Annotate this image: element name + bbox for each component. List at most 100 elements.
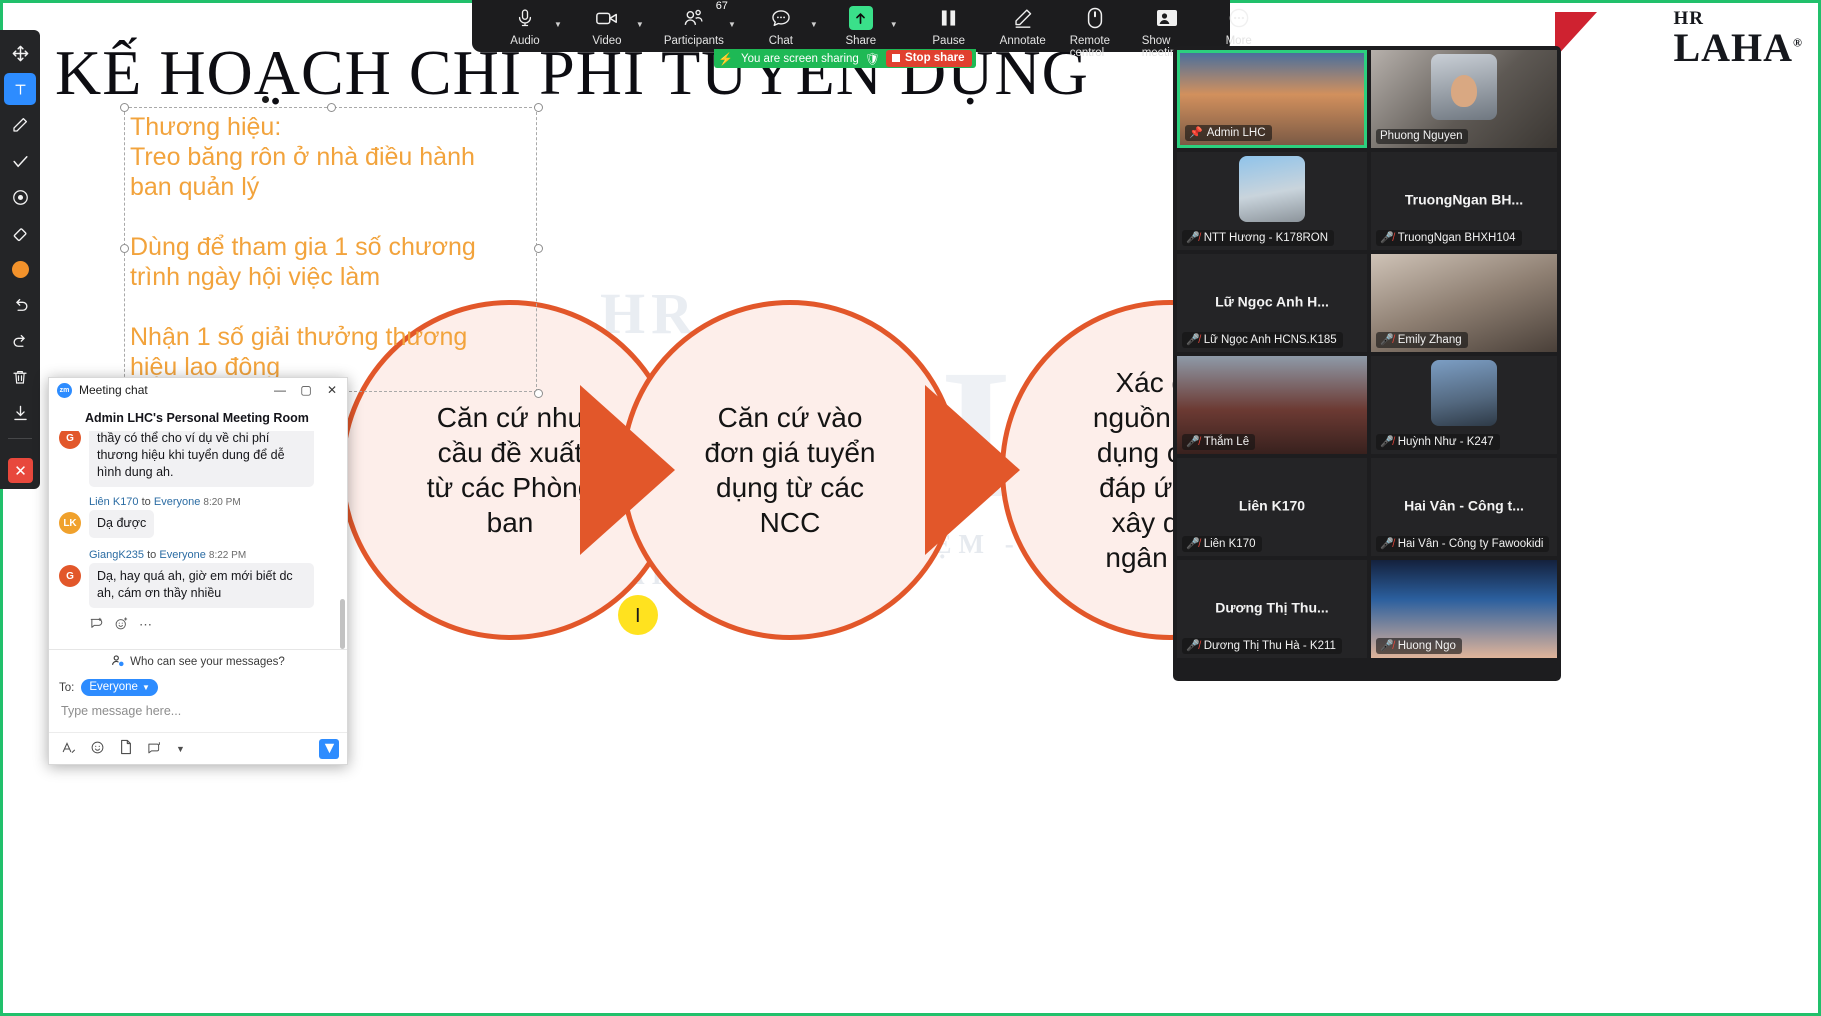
diagram-arrow-2 — [925, 385, 1020, 555]
logo-mark-icon — [1555, 12, 1598, 58]
participant-tile[interactable]: Hai Vân - Công t... 🎤̸ Hai Vân - Công ty… — [1371, 458, 1557, 556]
toolbar-divider — [8, 438, 32, 439]
textbox-rotate-handle[interactable] — [262, 96, 269, 103]
pencil-icon — [1012, 5, 1034, 31]
share-button[interactable]: Share — [836, 2, 886, 47]
avatar: G — [59, 431, 81, 449]
undo-arrow-icon[interactable] — [4, 289, 36, 321]
participants-button[interactable]: Participants 67 — [664, 0, 728, 47]
participant-name: Liên K170 — [1203, 537, 1256, 550]
participant-tile[interactable]: 🎤̸ Thắm Lê — [1177, 356, 1367, 454]
send-button[interactable] — [319, 738, 339, 759]
resize-handle-bottom-right[interactable] — [534, 389, 543, 398]
download-icon[interactable] — [4, 397, 36, 429]
chat-message-meta: Liên K170 to Everyone 8:20 PM — [59, 496, 337, 508]
participant-tile[interactable]: 🎤̸ NTT Hương - K178RON — [1177, 152, 1367, 250]
who-can-see-messages-link[interactable]: Who can see your messages? — [49, 649, 347, 673]
participant-name-overlay: 🎤̸ Lữ Ngọc Anh HCNS.K185 — [1182, 332, 1343, 348]
color-dot-icon[interactable] — [4, 253, 36, 285]
move-arrows-icon[interactable] — [4, 37, 36, 69]
resize-handle-middle-left[interactable] — [120, 244, 129, 253]
zoom-logo-icon: zm — [57, 382, 72, 398]
emoji-icon[interactable] — [90, 740, 105, 758]
audio-chevron-down-icon[interactable]: ▼ — [554, 20, 562, 29]
participant-avatar — [1431, 360, 1497, 427]
more-button[interactable]: More — [1214, 2, 1264, 47]
chat-message-list[interactable]: G thầy có thể cho ví dụ về chi phí thươn… — [49, 431, 347, 649]
shield-security-icon[interactable]: 🛡 — [865, 52, 880, 66]
chat-sender-name[interactable]: Liên K170 — [89, 496, 139, 508]
video-button[interactable]: Video — [582, 2, 632, 47]
format-text-icon[interactable] — [61, 740, 76, 758]
participants-count-badge: 67 — [715, 0, 728, 12]
audio-button[interactable]: Audio — [500, 2, 550, 47]
pin-icon: 📌 — [1189, 127, 1203, 139]
more-icon[interactable]: ⋯ — [139, 617, 152, 633]
pause-button[interactable]: Pause — [924, 2, 974, 47]
eraser-icon[interactable] — [4, 217, 36, 249]
share-chevron-down-icon[interactable]: ▼ — [890, 20, 898, 29]
annotate-button[interactable]: Annotate — [998, 2, 1048, 47]
chat-message-input[interactable]: Type message here... — [49, 698, 347, 732]
minimize-button[interactable]: — — [267, 379, 293, 401]
close-button[interactable]: ✕ — [319, 379, 345, 401]
participant-tile[interactable]: TruongNgan BH... 🎤̸ TruongNgan BHXH104 — [1371, 152, 1557, 250]
participant-center-name: Liên K170 — [1238, 497, 1306, 514]
emoji-icon[interactable] — [114, 616, 129, 634]
stop-share-button[interactable]: Stop share — [886, 50, 973, 67]
participant-name-overlay: 🎤̸ NTT Hương - K178RON — [1182, 230, 1335, 246]
maximize-button[interactable]: ▢ — [293, 379, 319, 401]
check-mark-icon[interactable] — [4, 145, 36, 177]
trash-icon[interactable] — [4, 361, 36, 393]
participants-chevron-down-icon[interactable]: ▼ — [728, 20, 736, 29]
resize-handle-top-right[interactable] — [534, 103, 543, 112]
remote-control-button[interactable]: Remote control — [1070, 2, 1120, 59]
diagram-circle-1-text: Căn cứ nhu cầu đề xuất từ các Phòng ban — [426, 402, 594, 538]
participant-name: Thắm Lê — [1203, 435, 1250, 448]
participant-name-overlay: 📌 Admin LHC — [1185, 125, 1272, 141]
chat-to-word: to — [147, 549, 157, 561]
participant-name-overlay: 🎤̸ Liên K170 — [1182, 536, 1262, 552]
spotlight-icon[interactable] — [4, 181, 36, 213]
recipient-select[interactable]: Everyone ▼ — [81, 679, 158, 696]
video-label: Video — [592, 35, 622, 47]
chat-scrollbar[interactable] — [340, 599, 345, 649]
participant-tile[interactable]: 🎤̸ Huỳnh Như - K247 — [1371, 356, 1557, 454]
avatar: LK — [59, 512, 81, 534]
participant-tile[interactable]: 📌 Admin LHC — [1177, 50, 1367, 148]
participant-tile[interactable]: 🎤̸ Emily Zhang — [1371, 254, 1557, 352]
participant-name-overlay: 🎤̸ Emily Zhang — [1376, 332, 1468, 348]
brand-logo: HR LAHA® — [1555, 8, 1803, 71]
participant-tile[interactable]: Liên K170 🎤̸ Liên K170 — [1177, 458, 1367, 556]
text-cursor-icon: I — [635, 605, 641, 627]
audio-label: Audio — [510, 35, 540, 47]
participant-tile[interactable]: Phuong Nguyen — [1371, 50, 1557, 148]
text-t-icon[interactable] — [4, 73, 36, 105]
participant-tile[interactable]: 🎤̸ Huong Ngo — [1371, 560, 1557, 658]
chat-chevron-down-icon[interactable]: ▼ — [810, 20, 818, 29]
mic-muted-icon: 🎤̸ — [1380, 538, 1394, 550]
participant-name: Phuong Nguyen — [1380, 130, 1463, 142]
chat-sender-name[interactable]: GiangK235 — [89, 549, 144, 561]
participant-tile[interactable]: Dương Thị Thu... 🎤̸ Dương Thị Thu Hà - K… — [1177, 560, 1367, 658]
resize-handle-top-center[interactable] — [327, 103, 336, 112]
chat-bubble-icon — [770, 5, 792, 31]
chat-message-text: thầy có thể cho ví dụ về chi phí thương … — [89, 431, 314, 487]
screenshot-icon[interactable] — [147, 740, 162, 758]
pen-icon[interactable] — [4, 109, 36, 141]
stop-square-icon — [892, 54, 901, 62]
reply-icon[interactable] — [89, 616, 104, 634]
chat-timestamp: 8:22 PM — [208, 550, 247, 561]
redo-arrow-icon[interactable] — [4, 325, 36, 357]
recipient-value: Everyone — [89, 681, 138, 693]
resize-handle-top-left[interactable] — [120, 103, 129, 112]
participant-tile[interactable]: Lữ Ngọc Anh H... 🎤̸ Lữ Ngọc Anh HCNS.K18… — [1177, 254, 1367, 352]
file-icon[interactable] — [119, 739, 133, 758]
participant-name: Huỳnh Như - K247 — [1397, 435, 1494, 448]
video-chevron-down-icon[interactable]: ▼ — [636, 20, 644, 29]
chevron-down-icon[interactable]: ▼ — [176, 744, 185, 754]
annotation-textbox-text: Thương hiệu: Treo băng rôn ở nhà điều hà… — [130, 113, 476, 381]
pause-icon — [940, 5, 957, 31]
chat-button[interactable]: Chat — [756, 2, 806, 47]
close-annotation-toolbar-button[interactable]: ✕ — [8, 458, 33, 483]
